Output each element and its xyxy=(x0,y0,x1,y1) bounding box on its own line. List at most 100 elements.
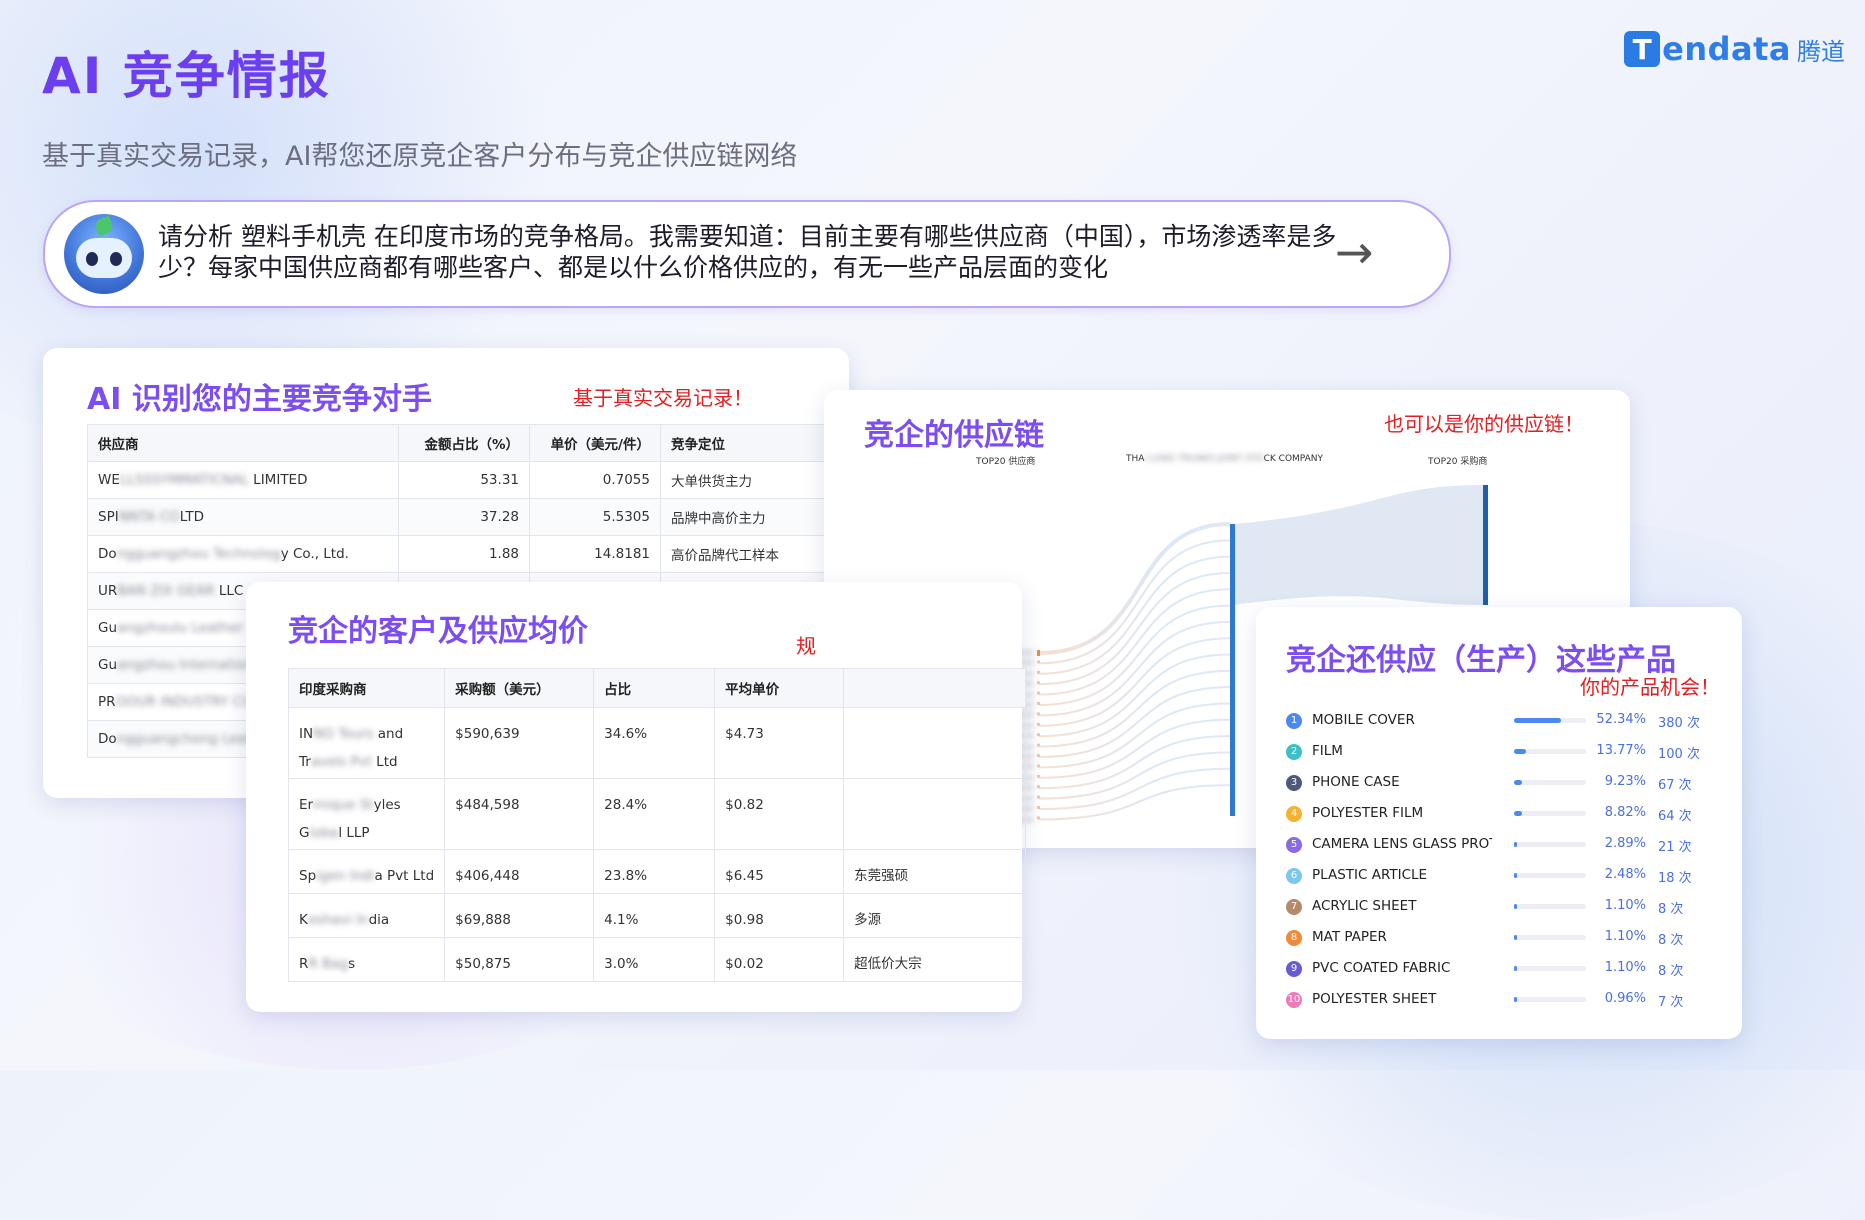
rank-badge: 6 xyxy=(1286,868,1302,884)
rank-badge: 10 xyxy=(1286,992,1302,1008)
prompt-text[interactable]: 请分析 塑料手机壳 在印度市场的竞争格局。我需要知道：目前主要有哪些供应商（中国… xyxy=(158,221,1348,283)
product-name: PHONE CASE xyxy=(1312,774,1400,790)
product-row[interactable]: 1 MOBILE COVER 52.34% 380 次 xyxy=(1286,711,1726,731)
amount-cell: $69,888 xyxy=(444,893,595,938)
col-header-position: 竞争定位 xyxy=(660,424,847,462)
buyer-cell: INNO Tours and Travels Pvt Ltd xyxy=(287,707,446,779)
share-cell: 23.8% xyxy=(593,849,716,894)
product-row[interactable]: 2 FILM 13.77% 100 次 xyxy=(1286,742,1726,762)
rank-badge: 3 xyxy=(1286,775,1302,791)
sankey-supplier-node xyxy=(1037,743,1040,747)
table-row: WELLSSSYMMATICNAL LIMITED 53.31 0.7055 大单供货… xyxy=(87,461,847,499)
amount-cell: $590,639 xyxy=(444,707,595,779)
share-bar-fill xyxy=(1514,997,1517,1002)
sankey-supplier-node xyxy=(1037,702,1040,705)
sankey-node-buyers xyxy=(1483,485,1488,605)
product-share: 52.34% xyxy=(1596,712,1646,727)
customers-card: 竞企的客户及供应均价 规 印度采购商 采购额（美元） 占比 平均单价 INNO … xyxy=(246,582,1026,1012)
product-name: FILM xyxy=(1312,743,1343,759)
sankey-flow xyxy=(1038,620,1231,717)
sankey-flow xyxy=(1038,571,1231,686)
share-cell: 1.88 xyxy=(398,535,530,573)
product-row[interactable]: 3 PHONE CASE 9.23% 67 次 xyxy=(1286,773,1726,793)
logo-text-cn: 腾道 xyxy=(1797,37,1845,66)
table-row: Dongguangzhou Technology Co., Ltd. 1.88 14… xyxy=(87,535,847,573)
amount-cell: $484,598 xyxy=(444,778,595,850)
share-bar-fill xyxy=(1514,842,1517,847)
share-bar xyxy=(1514,935,1586,940)
product-share: 8.82% xyxy=(1604,805,1646,820)
col-header-share: 金额占比（%） xyxy=(398,424,530,462)
sankey-supplier-node xyxy=(1037,691,1040,695)
product-row[interactable]: 7 ACRYLIC SHEET 1.10% 8 次 xyxy=(1286,897,1726,917)
col-header-ratio: 占比 xyxy=(593,668,716,708)
rank-badge: 5 xyxy=(1286,837,1302,853)
price-cell: 0.7055 xyxy=(529,461,661,499)
supplier-cell: 东莞强硕 xyxy=(843,849,1026,894)
share-cell: 37.28 xyxy=(398,498,530,536)
product-count: 380 次 xyxy=(1658,716,1700,731)
share-bar xyxy=(1514,997,1586,1002)
product-name: PVC COATED FABRIC xyxy=(1312,960,1451,976)
position-cell: 品牌中高价主力 xyxy=(660,498,847,536)
product-name: PLASTIC ARTICLE xyxy=(1312,867,1428,883)
share-bar-fill xyxy=(1514,904,1517,909)
buyer-cell: Keshavi India xyxy=(287,893,446,938)
sankey-supplier-node xyxy=(1037,681,1040,685)
customers-card-title: 竞企的客户及供应均价 xyxy=(288,614,588,649)
sankey-node-company xyxy=(1230,524,1235,816)
product-count: 7 次 xyxy=(1658,995,1684,1010)
product-name: POLYESTER SHEET xyxy=(1312,991,1437,1007)
buyer-cell: RR Bags xyxy=(287,937,446,982)
sankey-supplier-node xyxy=(1037,722,1040,726)
page-title: AI 竞争情报 xyxy=(42,47,331,105)
price-cell: $0.82 xyxy=(714,778,845,850)
price-cell: $4.73 xyxy=(714,707,845,779)
sankey-supplier-node xyxy=(1037,774,1040,778)
sankey-supplier-node xyxy=(1037,816,1040,820)
table-row: SPINNTA COLTD 37.28 5.5305 品牌中高价主力 xyxy=(87,498,847,536)
product-row[interactable]: 5 CAMERA LENS GLASS PROT... 2.89% 21 次 xyxy=(1286,835,1726,855)
sankey-supplier-node xyxy=(1037,764,1040,768)
rank-badge: 4 xyxy=(1286,806,1302,822)
product-count: 67 次 xyxy=(1658,778,1692,793)
price-cell: 5.5305 xyxy=(529,498,661,536)
product-name: MOBILE COVER xyxy=(1312,712,1415,728)
share-cell: 28.4% xyxy=(593,778,716,850)
product-name: MAT PAPER xyxy=(1312,929,1387,945)
table-row: Keshavi India $69,888 4.1% $0.98 多源 xyxy=(287,893,1026,938)
product-row[interactable]: 6 PLASTIC ARTICLE 2.48% 18 次 xyxy=(1286,866,1726,886)
sankey-supplier-node xyxy=(1037,806,1040,809)
share-bar xyxy=(1514,749,1586,754)
supplier-cell xyxy=(843,707,1026,779)
share-cell: 34.6% xyxy=(593,707,716,779)
position-cell: 大单供货主力 xyxy=(660,461,847,499)
product-name: POLYESTER FILM xyxy=(1312,805,1424,821)
product-row[interactable]: 8 MAT PAPER 1.10% 8 次 xyxy=(1286,928,1726,948)
product-count: 18 次 xyxy=(1658,871,1692,886)
sankey-supplier-node xyxy=(1037,785,1040,789)
share-cell: 3.0% xyxy=(593,937,716,982)
product-count: 8 次 xyxy=(1658,933,1684,948)
table-row: Ermique Styles Global LLP $484,598 28.4% $0.… xyxy=(287,778,1026,850)
competitors-card-note: 基于真实交易记录！ xyxy=(573,386,753,410)
col-header-supplier: 供应商 xyxy=(87,424,399,462)
share-cell: 4.1% xyxy=(593,893,716,938)
price-cell: $6.45 xyxy=(714,849,845,894)
product-row[interactable]: 4 POLYESTER FILM 8.82% 64 次 xyxy=(1286,804,1726,824)
sankey-supplier-node xyxy=(1037,795,1040,799)
share-bar xyxy=(1514,718,1586,723)
col-header-amount: 采购额（美元） xyxy=(444,668,595,708)
price-cell: $0.98 xyxy=(714,893,845,938)
product-row[interactable]: 10 POLYESTER SHEET 0.96% 7 次 xyxy=(1286,990,1726,1010)
prompt-bar[interactable]: 请分析 塑料手机壳 在印度市场的竞争格局。我需要知道：目前主要有哪些供应商（中国… xyxy=(43,200,1451,308)
col-header-buyer: 印度采购商 xyxy=(287,668,446,708)
product-count: 21 次 xyxy=(1658,840,1692,855)
table-row: RR Bags $50,875 3.0% $0.02 超低价大宗 xyxy=(287,937,1026,982)
product-row[interactable]: 9 PVC COATED FABRIC 1.10% 8 次 xyxy=(1286,959,1726,979)
submit-arrow-icon[interactable]: → xyxy=(1335,225,1374,279)
rank-badge: 2 xyxy=(1286,744,1302,760)
sankey-flow xyxy=(1038,588,1231,696)
supplier-cell xyxy=(843,778,1026,850)
robot-avatar xyxy=(64,214,144,294)
